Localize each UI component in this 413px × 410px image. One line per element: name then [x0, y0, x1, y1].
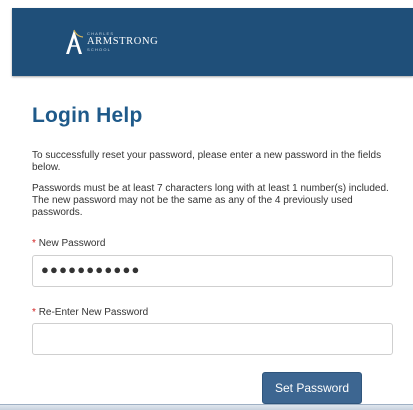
set-password-button[interactable]: Set Password: [262, 372, 362, 404]
new-password-label-text: New Password: [38, 238, 106, 249]
new-password-label: * New Password: [32, 238, 105, 249]
new-password-field[interactable]: ●●●●●●●●●●●: [32, 255, 393, 287]
instructions-text: To successfully reset your password, ple…: [32, 150, 382, 173]
logo-bottom-text: SCHOOL: [87, 47, 112, 53]
reenter-password-field[interactable]: [32, 323, 393, 355]
logo-name: ARMSTRONG: [87, 35, 159, 47]
required-marker: *: [32, 238, 36, 249]
reenter-password-label: * Re-Enter New Password: [32, 307, 148, 318]
taskbar-strip: [0, 404, 413, 410]
password-requirements-text: Passwords must be at least 7 characters …: [32, 183, 389, 218]
reenter-password-label-text: Re-Enter New Password: [38, 307, 149, 318]
new-password-value: ●●●●●●●●●●●: [41, 262, 141, 277]
school-logo[interactable]: CHARLES ARMSTRONG SCHOOL: [64, 27, 158, 57]
site-header: CHARLES ARMSTRONG SCHOOL: [12, 8, 413, 76]
crest-icon: [66, 29, 84, 54]
required-marker: *: [32, 307, 36, 318]
page-title: Login Help: [32, 104, 143, 127]
